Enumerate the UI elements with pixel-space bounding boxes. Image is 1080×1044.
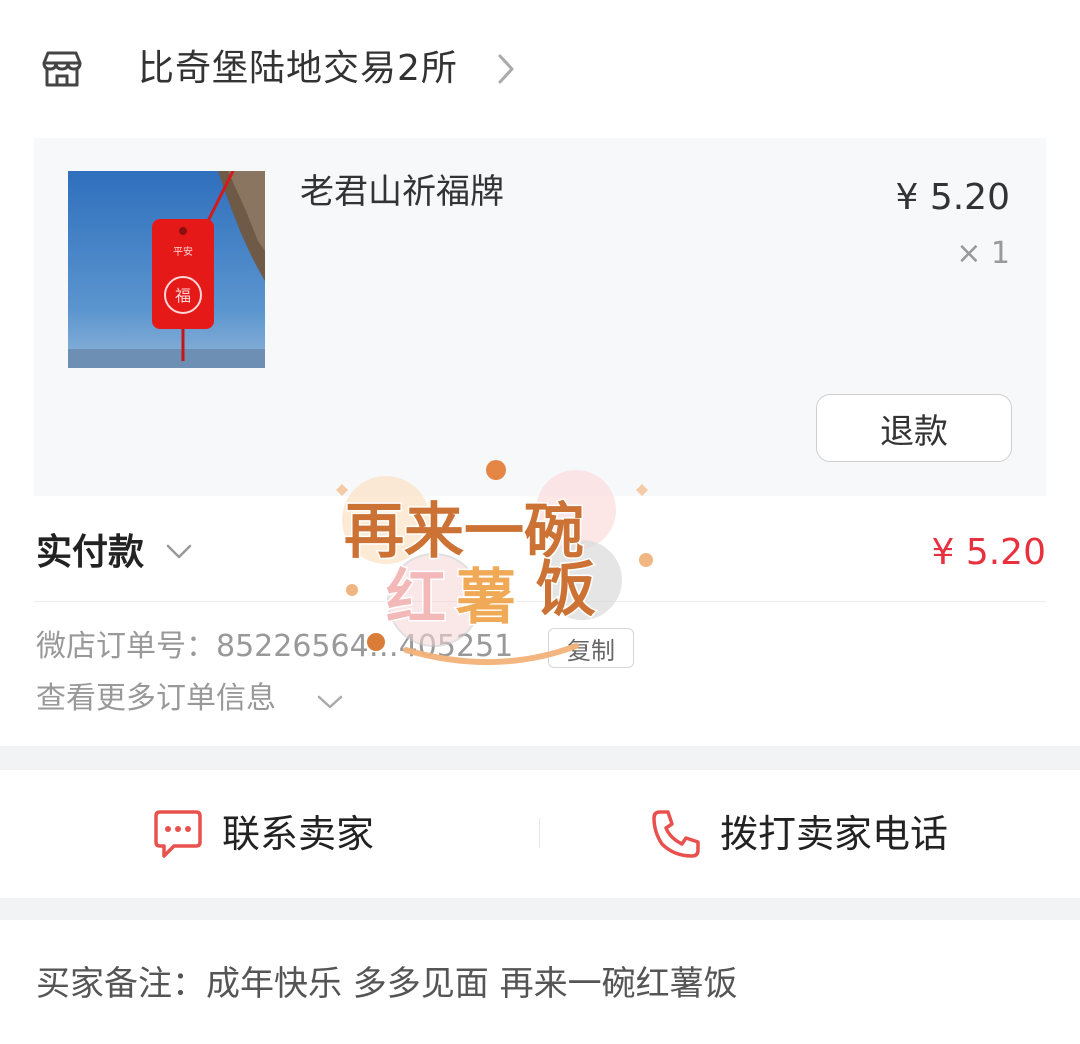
order-number-label: 微店订单号： [36,629,216,664]
store-icon [42,51,82,87]
chevron-down-icon[interactable] [316,692,344,712]
buyer-note: 买家备注：成年快乐 多多见面 再来一碗红薯饭 [36,960,738,1008]
contact-seller-button[interactable]: 联系卖家 [150,806,374,862]
shop-header[interactable]: 比奇堡陆地交易2所 [0,0,1080,138]
svg-text:福: 福 [175,286,191,305]
refund-button[interactable]: 退款 [816,394,1012,462]
contact-seller-label: 联系卖家 [222,812,375,856]
section-divider [0,898,1080,920]
chevron-down-icon[interactable] [164,540,194,562]
phone-icon [652,810,700,858]
buyer-note-text: 成年快乐 多多见面 再来一碗红薯饭 [206,964,738,1004]
buyer-note-label: 买家备注： [36,964,206,1004]
chevron-right-icon[interactable] [494,52,518,86]
call-seller-label: 拨打卖家电话 [720,812,949,856]
section-divider [0,746,1080,770]
order-number-value: 85226564…405251 [216,629,514,664]
more-order-info-link[interactable]: 查看更多订单信息 [36,676,276,722]
paid-amount-row[interactable]: 实付款 ¥ 5.20 [34,510,1046,602]
divider [539,818,540,848]
paid-label: 实付款 [36,532,145,573]
product-card[interactable]: 平安 福 老君山祈福牌 ¥ 5.20 × 1 退款 [34,138,1046,496]
seller-action-bar: 联系卖家 拨打卖家电话 [0,770,1080,898]
product-quantity: × 1 [956,236,1010,271]
svg-text:平安: 平安 [173,245,193,258]
product-price: ¥ 5.20 [895,177,1010,218]
order-number-row: 微店订单号：85226564…405251 [36,624,513,670]
call-seller-button[interactable]: 拨打卖家电话 [648,806,948,862]
copy-button[interactable]: 复制 [548,628,634,668]
product-name[interactable]: 老君山祈福牌 [300,170,504,214]
shop-name[interactable]: 比奇堡陆地交易2所 [138,46,458,92]
paid-amount: ¥ 5.20 [931,532,1046,573]
chat-icon [154,810,202,858]
product-image[interactable]: 平安 福 [68,171,265,368]
